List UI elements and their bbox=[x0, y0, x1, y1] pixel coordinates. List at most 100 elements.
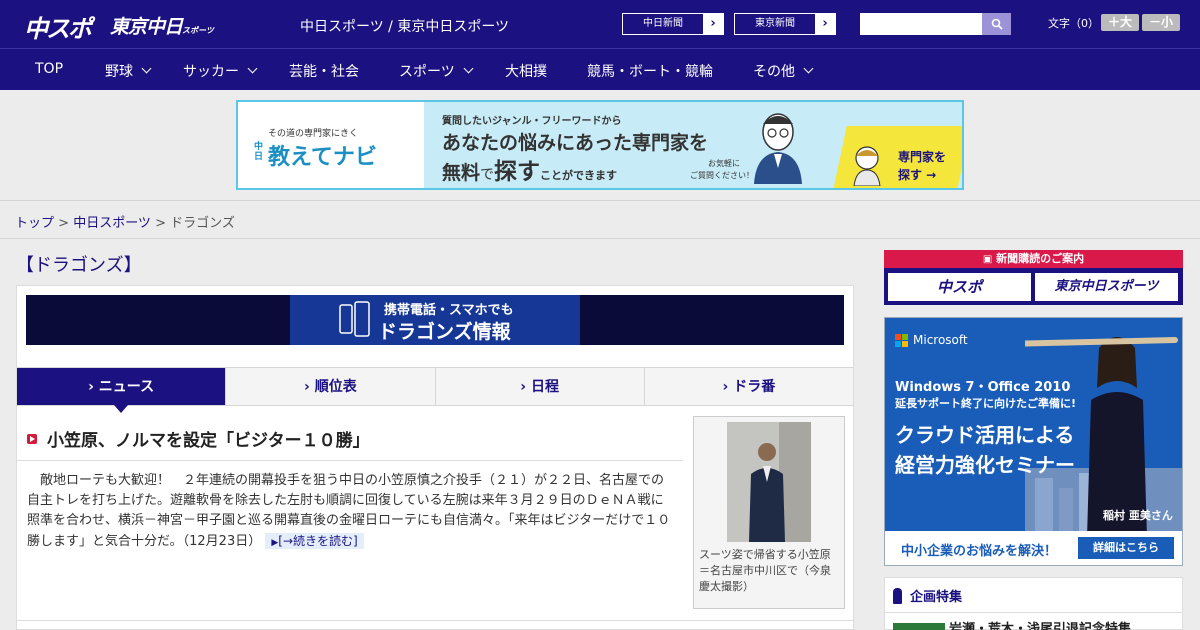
player-photo-icon bbox=[727, 422, 811, 542]
tokyo-logo-sub: スポーツ bbox=[182, 26, 214, 35]
nav-item-sumo[interactable]: 大相撲 bbox=[505, 61, 547, 81]
banner-brand: その道の専門家にきく 中日 教えてナビ bbox=[238, 102, 424, 188]
nav-label: 芸能・社会 bbox=[289, 64, 359, 80]
ad-person-name: 稲村 亜美さん bbox=[1103, 509, 1173, 522]
tab-label: ドラ番 bbox=[733, 379, 776, 395]
ad-details-button[interactable]: 詳細はこちら bbox=[1078, 537, 1174, 559]
article-photo-box[interactable]: スーツ姿で帰省する小笠原＝名古屋市中川区で（今泉慶太撮影） bbox=[693, 416, 845, 609]
read-more-link[interactable]: ▶[→続きを読む] bbox=[265, 533, 364, 549]
tab-schedule[interactable]: › 日程 bbox=[434, 368, 644, 405]
chunichi-sports-logo[interactable]: 中スポ bbox=[24, 9, 92, 44]
chunichi-shimbun-link[interactable]: 中日新聞 › bbox=[622, 13, 724, 35]
mobile-banner-inner: 携帯電話・スマホでも ドラゴンズ情報 bbox=[290, 295, 580, 345]
article-body: 敵地ローテも大歓迎！ ２年連続の開幕投手を狙う中日の小笠原慎之介投手（２１）が２… bbox=[27, 471, 673, 553]
nav-item-racing[interactable]: 競馬・ボート・競輪 bbox=[587, 61, 713, 81]
nav-item-baseball[interactable]: 野球 bbox=[105, 61, 152, 81]
breadcrumb-current: ドラゴンズ bbox=[170, 216, 235, 231]
banner-can: ことができます bbox=[540, 169, 618, 182]
tokyo-shimbun-link[interactable]: 東京新聞 › bbox=[734, 13, 836, 35]
tab-news[interactable]: › ニュース bbox=[17, 368, 226, 413]
search-icon bbox=[991, 18, 1003, 30]
search-button[interactable] bbox=[982, 13, 1011, 35]
special-features-box: 企画特集 岩瀬・荒木・浅尾引退記念特集 bbox=[884, 577, 1183, 630]
chevron-down-icon bbox=[141, 63, 152, 74]
banner-cta-2: 探す → bbox=[898, 168, 937, 182]
tab-label: 順位表 bbox=[314, 379, 357, 395]
tab-dora-ban[interactable]: › ドラ番 bbox=[643, 368, 853, 405]
divider bbox=[885, 612, 1182, 613]
banner-brand-tag: その道の専門家にきく bbox=[268, 129, 359, 139]
special-features-title: 企画特集 bbox=[910, 590, 963, 605]
subscribe-tokyo-button[interactable]: 東京中日スポーツ bbox=[1035, 273, 1178, 301]
tab-label: 日程 bbox=[530, 379, 559, 395]
ad-line1: Windows 7・Office 2010 bbox=[895, 380, 1071, 395]
site-header: 中スポ 東京中日スポーツ 中日スポーツ / 東京中日スポーツ 中日新聞 › 東京… bbox=[0, 0, 1200, 48]
newspaper-icon: ▣ bbox=[982, 254, 993, 265]
play-icon bbox=[27, 433, 37, 444]
banner-line1: 質問したいジャンル・フリーワードから bbox=[442, 116, 622, 127]
divider bbox=[17, 460, 683, 461]
subscription-header: ▣ 新聞購読のご案内 bbox=[884, 250, 1183, 268]
mobile-banner-line1: 携帯電話・スマホでも bbox=[384, 303, 514, 318]
banner-copy: 質問したいジャンル・フリーワードから あなたの悩みにあった専門家を 無料で探すこ… bbox=[424, 102, 824, 188]
breadcrumb-bar: トップ > 中日スポーツ > ドラゴンズ bbox=[0, 200, 1200, 239]
subscription-box: ▣ 新聞購読のご案内 中スポ 東京中日スポーツ bbox=[884, 250, 1183, 305]
nav-item-other[interactable]: その他 bbox=[753, 61, 814, 81]
chevron-down-icon bbox=[247, 63, 258, 74]
nav-item-entertainment[interactable]: 芸能・社会 bbox=[289, 61, 359, 81]
ribbon-icon bbox=[893, 587, 902, 604]
mobile-banner-line2: ドラゴンズ情報 bbox=[378, 321, 511, 343]
search-input[interactable] bbox=[860, 13, 982, 35]
article-headline-text: 小笠原、ノルマを設定「ビジター１０勝」 bbox=[47, 431, 370, 451]
feature-item-label: 岩瀬・荒木・浅尾引退記念特集 bbox=[949, 622, 1132, 630]
chevron-down-icon bbox=[803, 63, 814, 74]
banner-free: 無料 bbox=[442, 162, 481, 184]
banner-search-word: 探す bbox=[494, 159, 541, 185]
nav-label: 競馬・ボート・競輪 bbox=[587, 64, 713, 80]
microsoft-squares-icon bbox=[895, 333, 908, 347]
banner-line5: ご質問ください！ bbox=[690, 171, 754, 180]
nav-item-sports[interactable]: スポーツ bbox=[399, 61, 474, 81]
font-size-label: 文字（0） bbox=[1048, 17, 1099, 30]
tokyo-shimbun-label: 東京新聞 bbox=[755, 18, 795, 29]
banner-cta[interactable]: 専門家を 探す → bbox=[824, 102, 962, 188]
microsoft-seminar-ad[interactable]: Microsoft Windows 7・Office 2010 延長サポート終了… bbox=[884, 317, 1183, 566]
ad-headline-1: クラウド活用による bbox=[895, 423, 1075, 447]
tab-label: ニュース bbox=[98, 379, 155, 395]
nav-label: スポーツ bbox=[399, 64, 455, 80]
oshiete-navi-banner[interactable]: その道の専門家にきく 中日 教えてナビ 質問したいジャンル・フリーワードから あ… bbox=[236, 100, 964, 190]
tab-standings[interactable]: › 順位表 bbox=[225, 368, 435, 405]
site-title: 中日スポーツ / 東京中日スポーツ bbox=[300, 19, 510, 35]
breadcrumb-top[interactable]: トップ bbox=[15, 216, 54, 231]
nav-item-top[interactable]: TOP bbox=[35, 61, 63, 77]
breadcrumb-sep: > bbox=[150, 216, 171, 231]
expert-illustration bbox=[750, 108, 806, 184]
news-panel: 携帯電話・スマホでも ドラゴンズ情報 › ニュース › 順位表 › 日程 › ド… bbox=[16, 285, 854, 630]
nav-item-soccer[interactable]: サッカー bbox=[183, 61, 258, 81]
photo-caption: スーツ姿で帰省する小笠原＝名古屋市中川区で（今泉慶太撮影） bbox=[699, 548, 831, 593]
banner-line2: あなたの悩みにあった専門家を bbox=[442, 132, 709, 154]
ad-line2: 延長サポート終了に向けたご準備に! bbox=[895, 397, 1077, 410]
font-smaller-button[interactable]: －小 bbox=[1142, 14, 1180, 31]
breadcrumb-chunichi[interactable]: 中日スポーツ bbox=[73, 216, 151, 231]
tokyo-chunichi-logo[interactable]: 東京中日スポーツ bbox=[110, 12, 214, 39]
special-features-header: 企画特集 bbox=[893, 586, 962, 605]
font-larger-button[interactable]: ＋大 bbox=[1101, 14, 1139, 31]
microsoft-brand: Microsoft bbox=[913, 333, 968, 347]
dragons-tabs: › ニュース › 順位表 › 日程 › ドラ番 bbox=[17, 367, 853, 413]
main-nav: TOP 野球 サッカー 芸能・社会 スポーツ 大相撲 競馬・ボート・競輪 その他 bbox=[0, 48, 1200, 90]
banner-de: で bbox=[480, 167, 495, 183]
article-photo bbox=[727, 422, 811, 542]
page-title: 【ドラゴンズ】 bbox=[16, 255, 142, 276]
tokyo-logo-text: 東京中日 bbox=[110, 16, 183, 38]
article-date: （12月23日） bbox=[182, 534, 262, 549]
nav-label: 大相撲 bbox=[505, 64, 547, 80]
feature-item[interactable]: 岩瀬・荒木・浅尾引退記念特集 bbox=[893, 618, 1131, 630]
subscribe-chunichi-button[interactable]: 中スポ bbox=[888, 273, 1031, 301]
chevron-right-icon: › bbox=[703, 14, 723, 34]
feature-thumbnail bbox=[893, 622, 945, 630]
mobile-dragons-banner[interactable]: 携帯電話・スマホでも ドラゴンズ情報 bbox=[26, 295, 844, 345]
article-headline[interactable]: 小笠原、ノルマを設定「ビジター１０勝」 bbox=[27, 426, 370, 451]
banner-line4: お気軽に bbox=[708, 159, 740, 168]
ad-headline-2: 経営力強化セミナー bbox=[895, 453, 1075, 477]
